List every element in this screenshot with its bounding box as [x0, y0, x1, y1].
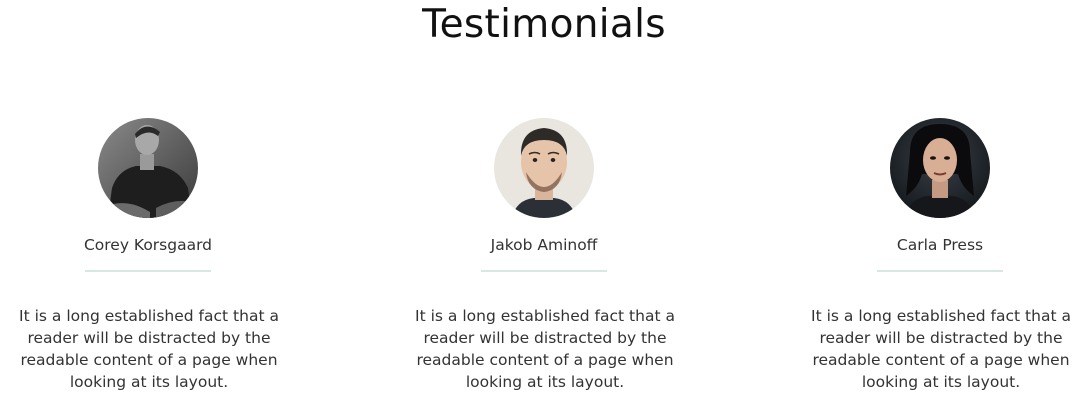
avatar-photo-icon	[494, 118, 594, 218]
name-divider	[877, 270, 1003, 272]
testimonial-quote: It is a long established fact that a rea…	[415, 307, 675, 391]
testimonials-section: Testimonials Corey Korsgaard It is a lon…	[0, 0, 1088, 408]
avatar	[98, 118, 198, 218]
testimonial-name: Jakob Aminoff	[490, 236, 598, 254]
testimonial-name: Corey Korsgaard	[83, 236, 213, 254]
section-title: Testimonials	[422, 2, 666, 47]
avatar-photo-icon	[890, 118, 990, 218]
testimonial-card: Jakob Aminoff It is a long established f…	[414, 118, 675, 393]
testimonial-quote: It is a long established fact that a rea…	[811, 307, 1071, 391]
name-divider	[481, 270, 607, 272]
testimonial-quote: It is a long established fact that a rea…	[19, 307, 279, 391]
avatar	[890, 118, 990, 218]
avatar	[494, 118, 594, 218]
testimonial-name: Carla Press	[896, 236, 984, 254]
avatar-photo-icon	[98, 118, 198, 218]
testimonial-card: Carla Press It is a long established fac…	[810, 118, 1071, 393]
testimonial-card: Corey Korsgaard It is a long established…	[18, 118, 279, 393]
name-divider	[85, 270, 211, 272]
